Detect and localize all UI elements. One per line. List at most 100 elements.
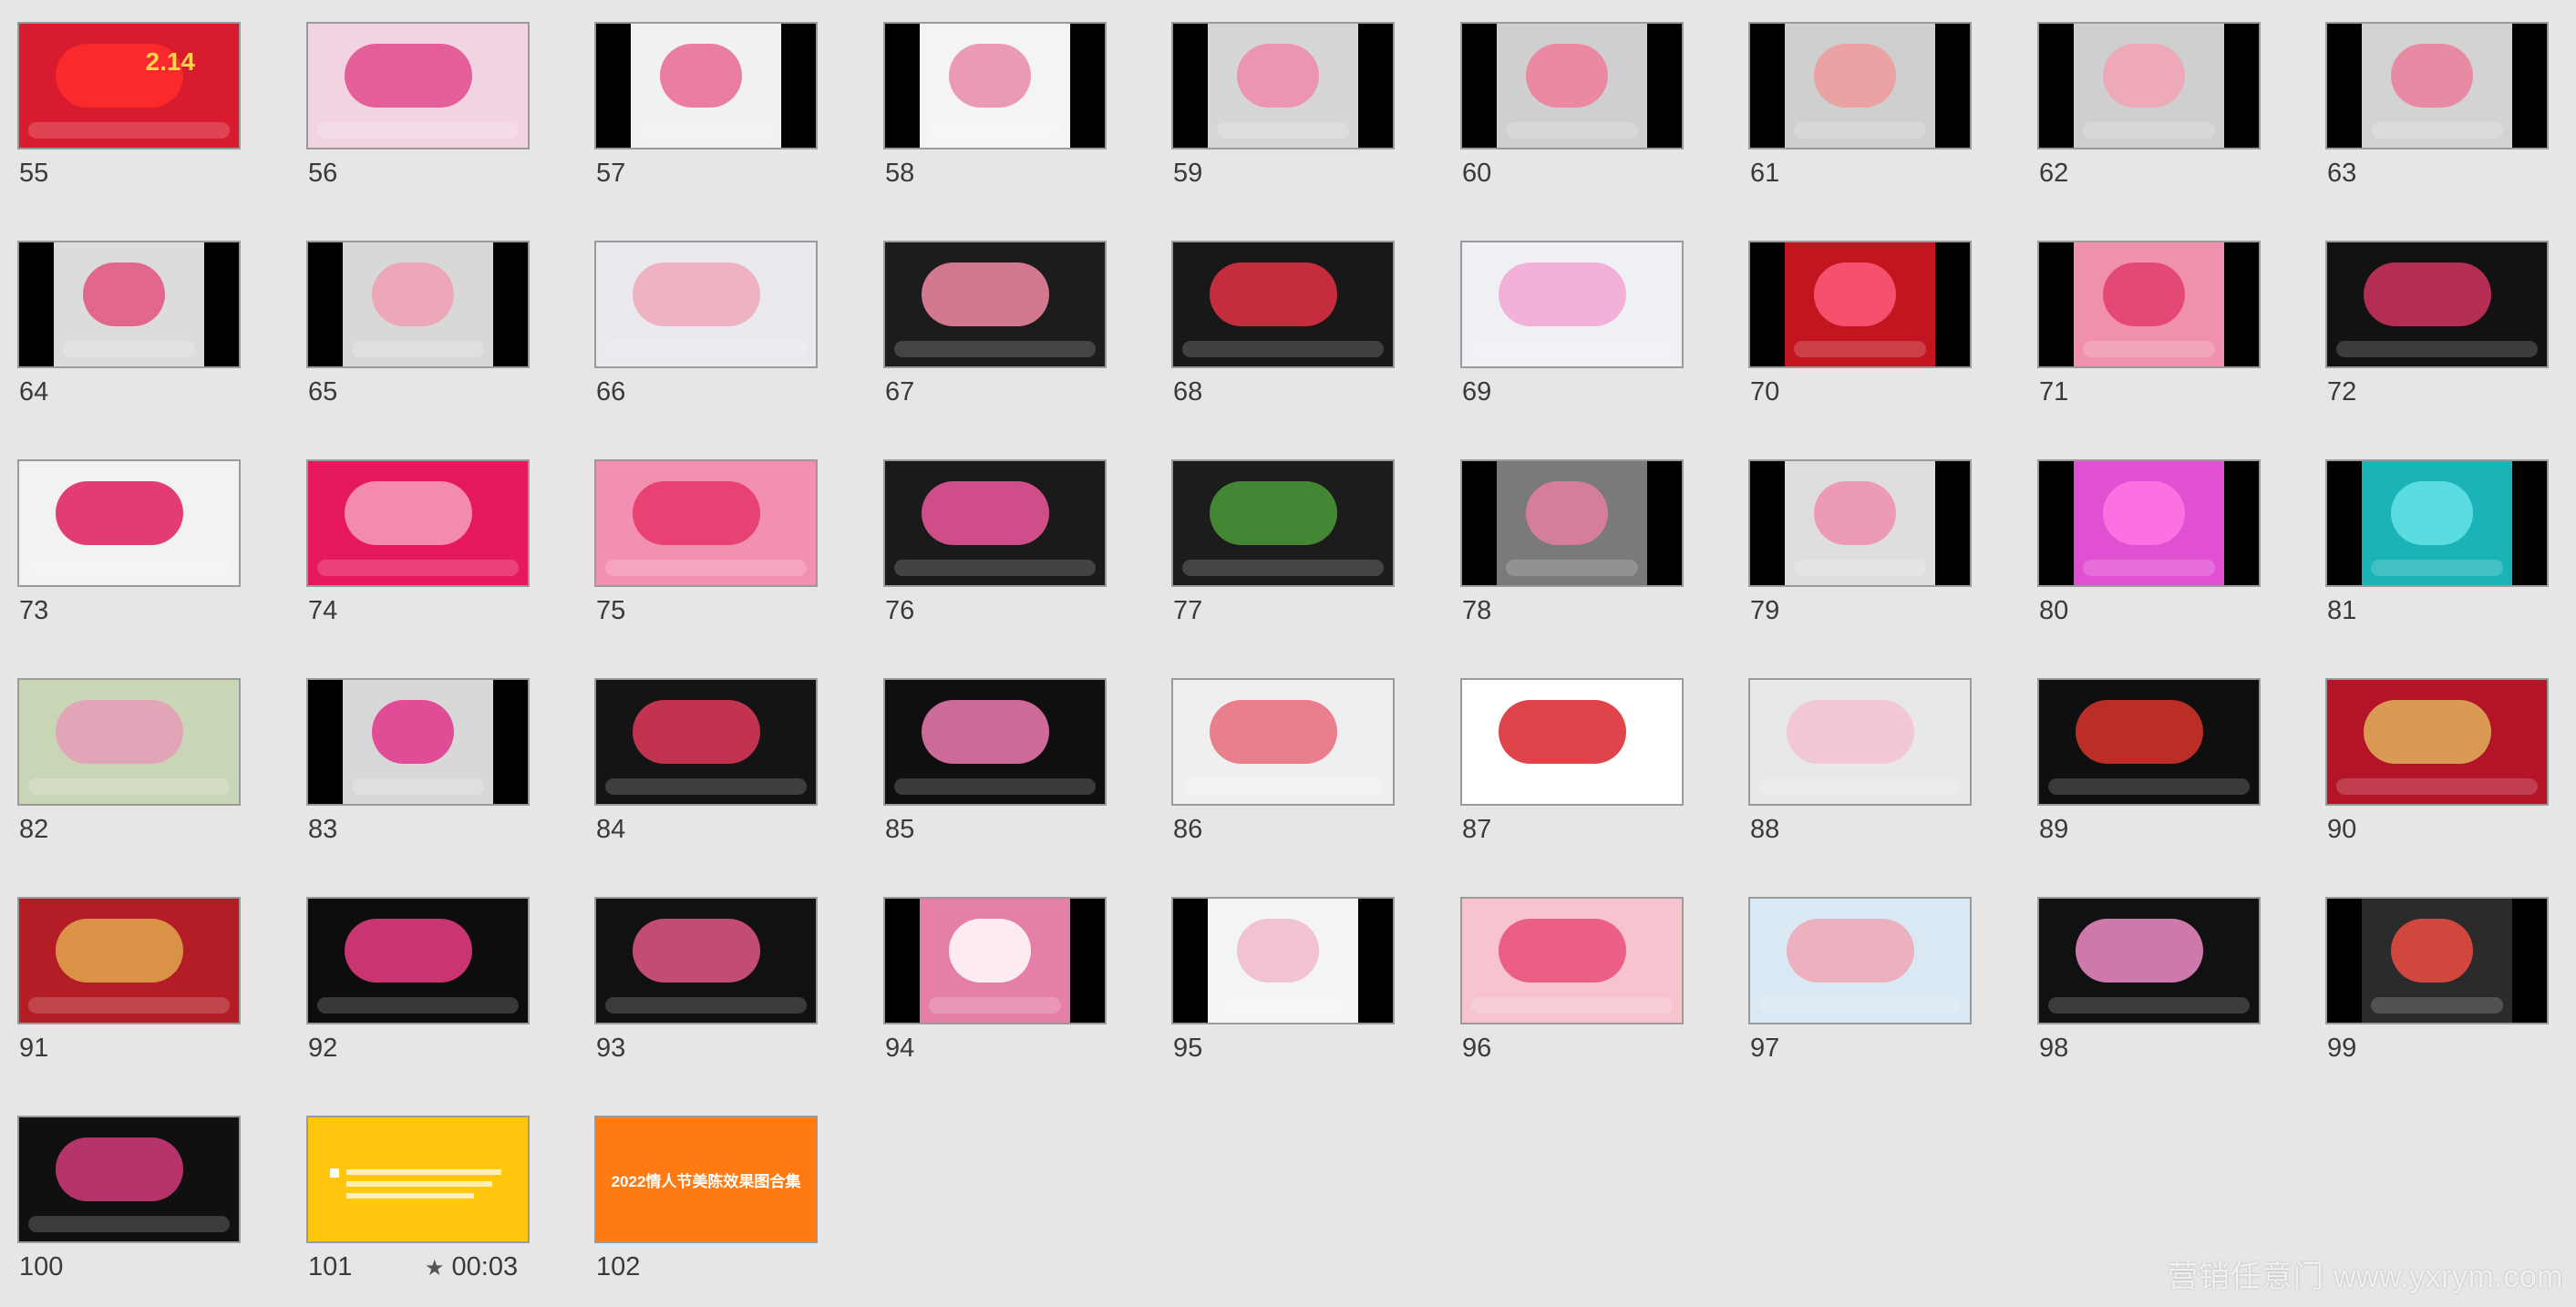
slide-thumbnail-item[interactable]: 100 [17, 1116, 241, 1292]
slide-thumbnail[interactable] [306, 678, 530, 806]
slide-thumbnail[interactable] [2037, 22, 2261, 149]
slide-thumbnail-item[interactable]: 91 [17, 897, 241, 1074]
slide-thumbnail-item[interactable]: 85 [883, 678, 1107, 855]
slide-thumbnail-item[interactable]: 64 [17, 241, 241, 417]
slide-thumbnail-item[interactable]: 94 [883, 897, 1107, 1074]
slide-thumbnail[interactable] [1460, 459, 1684, 587]
slide-thumbnail[interactable] [883, 22, 1107, 149]
slide-thumbnail-item[interactable]: 79 [1748, 459, 1972, 636]
slide-thumbnail[interactable] [17, 459, 241, 587]
slide-thumbnail[interactable] [17, 678, 241, 806]
slide-thumbnail[interactable] [2325, 459, 2549, 587]
slide-thumbnail[interactable] [594, 22, 818, 149]
slide-thumbnail[interactable] [594, 241, 818, 368]
slide-thumbnail[interactable] [2325, 897, 2549, 1024]
slide-thumbnail[interactable] [2325, 22, 2549, 149]
slide-thumbnail[interactable] [2037, 678, 2261, 806]
slide-thumbnail[interactable] [594, 678, 818, 806]
slide-thumbnail[interactable] [1171, 897, 1395, 1024]
slide-thumbnail-item[interactable]: 77 [1171, 459, 1395, 636]
slide-thumbnail[interactable] [1171, 459, 1395, 587]
slide-thumbnail-item[interactable]: 69 [1460, 241, 1684, 417]
slide-thumbnail[interactable] [594, 897, 818, 1024]
slide-thumbnail-item[interactable]: 78 [1460, 459, 1684, 636]
slide-thumbnail[interactable] [306, 241, 530, 368]
slide-thumbnail-item[interactable]: 74 [306, 459, 530, 636]
slide-thumbnail-item[interactable]: 90 [2325, 678, 2549, 855]
slide-thumbnail-item[interactable]: 96 [1460, 897, 1684, 1074]
slide-thumbnail[interactable] [594, 459, 818, 587]
slide-thumbnail-item[interactable]: 57 [594, 22, 818, 199]
slide-thumbnail[interactable] [306, 459, 530, 587]
slide-thumbnail-item[interactable]: 86 [1171, 678, 1395, 855]
slide-thumbnail[interactable] [2325, 241, 2549, 368]
slide-thumbnail[interactable] [306, 897, 530, 1024]
slide-thumbnail[interactable] [1171, 22, 1395, 149]
slide-thumbnail-item[interactable]: 63 [2325, 22, 2549, 199]
slide-thumbnail[interactable] [17, 1116, 241, 1243]
slide-thumbnail-item[interactable]: 83 [306, 678, 530, 855]
slide-thumbnail-item[interactable]: 89 [2037, 678, 2261, 855]
slide-thumbnail-item[interactable]: 93 [594, 897, 818, 1074]
slide-thumbnail-item[interactable]: 81 [2325, 459, 2549, 636]
slide-thumbnail[interactable] [883, 241, 1107, 368]
slide-thumbnail[interactable] [1748, 897, 1972, 1024]
slide-thumbnail[interactable] [1748, 22, 1972, 149]
slide-thumbnail-item[interactable]: 73 [17, 459, 241, 636]
slide-thumbnail[interactable]: 2.14 [17, 22, 241, 149]
slide-thumbnail-item[interactable]: 84 [594, 678, 818, 855]
slide-thumbnail[interactable] [1460, 678, 1684, 806]
slide-thumbnail-item[interactable]: 82 [17, 678, 241, 855]
slide-thumbnail-item[interactable]: 66 [594, 241, 818, 417]
slide-thumbnail-item[interactable]: 71 [2037, 241, 2261, 417]
slide-thumbnail[interactable] [2325, 678, 2549, 806]
slide-thumbnail-item[interactable]: 97 [1748, 897, 1972, 1074]
slide-thumbnail-item[interactable]: 98 [2037, 897, 2261, 1074]
slide-thumbnail-item[interactable]: 99 [2325, 897, 2549, 1074]
slide-thumbnail[interactable] [1460, 897, 1684, 1024]
slide-thumbnail[interactable] [2037, 459, 2261, 587]
slide-thumbnail[interactable] [306, 22, 530, 149]
slide-thumbnail-item[interactable]: 101 ★ 00:03 [306, 1116, 530, 1292]
slide-thumbnail[interactable]: 2022情人节美陈效果图合集 [594, 1116, 818, 1243]
slide-thumbnail-item[interactable]: 87 [1460, 678, 1684, 855]
slide-thumbnail[interactable] [1748, 678, 1972, 806]
slide-thumbnail-item[interactable]: 88 [1748, 678, 1972, 855]
thumbnail-floor [605, 341, 807, 357]
slide-thumbnail-item[interactable]: 75 [594, 459, 818, 636]
slide-thumbnail-item[interactable]: 95 [1171, 897, 1395, 1074]
slide-thumbnail-item[interactable]: 65 [306, 241, 530, 417]
slide-thumbnail[interactable] [1748, 459, 1972, 587]
slide-thumbnail[interactable] [1460, 22, 1684, 149]
slide-thumbnail-item[interactable]: 62 [2037, 22, 2261, 199]
slide-thumbnail-item[interactable]: 59 [1171, 22, 1395, 199]
slide-thumbnail-item[interactable]: 2022情人节美陈效果图合集 102 [594, 1116, 818, 1292]
slide-thumbnail-item[interactable]: 56 [306, 22, 530, 199]
slide-thumbnail-item[interactable]: 2.14 55 [17, 22, 241, 199]
slide-thumbnail[interactable] [2037, 241, 2261, 368]
slide-thumbnail-item[interactable]: 58 [883, 22, 1107, 199]
slide-thumbnail[interactable] [17, 241, 241, 368]
slide-thumbnail[interactable] [1171, 678, 1395, 806]
slide-thumbnail[interactable] [17, 897, 241, 1024]
thumbnail-floor [894, 778, 1096, 795]
slide-thumbnail-item[interactable]: 68 [1171, 241, 1395, 417]
thumbnail-accent [1499, 919, 1626, 983]
slide-thumbnail[interactable] [883, 678, 1107, 806]
thumbnail-accent [1210, 481, 1337, 545]
slide-thumbnail-item[interactable]: 61 [1748, 22, 1972, 199]
slide-thumbnail-item[interactable]: 76 [883, 459, 1107, 636]
slide-thumbnail[interactable] [883, 897, 1107, 1024]
slide-thumbnail-item[interactable]: 70 [1748, 241, 1972, 417]
slide-thumbnail[interactable] [306, 1116, 530, 1243]
slide-thumbnail-item[interactable]: 80 [2037, 459, 2261, 636]
slide-thumbnail[interactable] [1748, 241, 1972, 368]
slide-thumbnail-item[interactable]: 67 [883, 241, 1107, 417]
slide-thumbnail[interactable] [2037, 897, 2261, 1024]
slide-thumbnail-item[interactable]: 60 [1460, 22, 1684, 199]
slide-thumbnail[interactable] [1460, 241, 1684, 368]
slide-thumbnail-item[interactable]: 72 [2325, 241, 2549, 417]
slide-thumbnail[interactable] [883, 459, 1107, 587]
slide-thumbnail-item[interactable]: 92 [306, 897, 530, 1074]
slide-thumbnail[interactable] [1171, 241, 1395, 368]
